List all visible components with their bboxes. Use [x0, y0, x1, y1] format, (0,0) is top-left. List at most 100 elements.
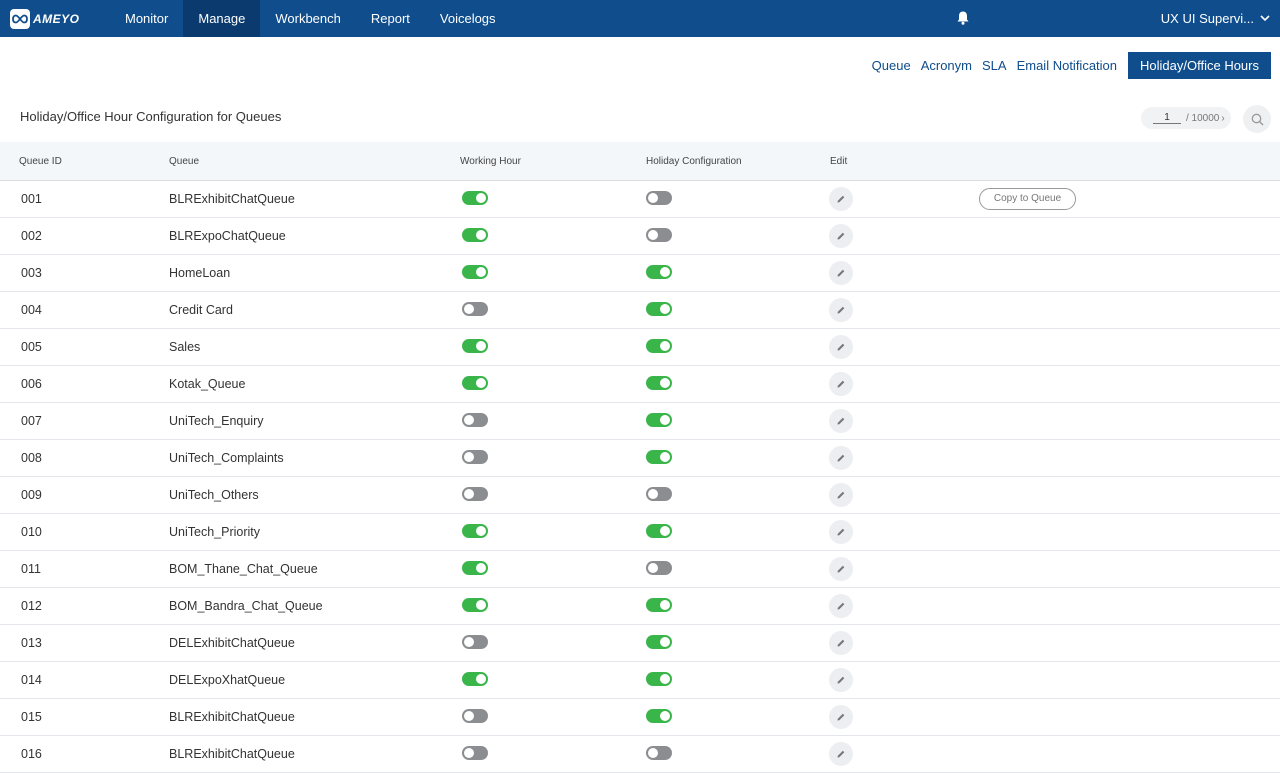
edit-button[interactable] [829, 261, 853, 285]
pencil-icon [836, 194, 846, 204]
holiday-configuration-toggle[interactable] [646, 450, 672, 464]
header-queue-id[interactable]: Queue ID [19, 156, 62, 167]
search-button[interactable] [1243, 105, 1271, 133]
edit-button[interactable] [829, 557, 853, 581]
table-row: 007 UniTech_Enquiry [0, 403, 1280, 440]
nav-monitor[interactable]: Monitor [110, 0, 183, 37]
working-hour-toggle[interactable] [462, 487, 488, 501]
pencil-icon [836, 564, 846, 574]
toggle-knob [476, 230, 486, 240]
chevron-down-icon [1260, 15, 1270, 22]
edit-button[interactable] [829, 594, 853, 618]
edit-button[interactable] [829, 631, 853, 655]
queue-id: 011 [21, 562, 41, 576]
subnav-email-notification[interactable]: Email Notification [1017, 58, 1117, 73]
queue-name: UniTech_Enquiry [169, 414, 264, 428]
toggle-knob [464, 748, 474, 758]
holiday-configuration-toggle[interactable] [646, 228, 672, 242]
table-row: 001 BLRExhibitChatQueue Copy to Queue [0, 181, 1280, 218]
holiday-configuration-toggle[interactable] [646, 487, 672, 501]
subnav-sla[interactable]: SLA [982, 58, 1007, 73]
working-hour-toggle[interactable] [462, 339, 488, 353]
header-working-hour[interactable]: Working Hour [460, 156, 521, 167]
toggle-knob [648, 230, 658, 240]
table-row: 013 DELExhibitChatQueue [0, 625, 1280, 662]
edit-button[interactable] [829, 742, 853, 766]
queue-name: UniTech_Others [169, 488, 259, 502]
page-number-input[interactable]: 1 [1153, 112, 1181, 124]
pencil-icon [836, 305, 846, 315]
table-row: 010 UniTech_Priority [0, 514, 1280, 551]
nav-voicelogs[interactable]: Voicelogs [425, 0, 511, 37]
working-hour-toggle[interactable] [462, 265, 488, 279]
holiday-configuration-toggle[interactable] [646, 709, 672, 723]
holiday-configuration-toggle[interactable] [646, 413, 672, 427]
nav-report[interactable]: Report [356, 0, 425, 37]
edit-button[interactable] [829, 520, 853, 544]
holiday-configuration-toggle[interactable] [646, 524, 672, 538]
working-hour-toggle[interactable] [462, 524, 488, 538]
working-hour-toggle[interactable] [462, 709, 488, 723]
working-hour-toggle[interactable] [462, 191, 488, 205]
nav-workbench[interactable]: Workbench [260, 0, 356, 37]
holiday-configuration-toggle[interactable] [646, 191, 672, 205]
toggle-knob [464, 711, 474, 721]
subnav-holiday-office-hours[interactable]: Holiday/Office Hours [1128, 52, 1271, 79]
working-hour-toggle[interactable] [462, 228, 488, 242]
subnav-acronym[interactable]: Acronym [921, 58, 972, 73]
toggle-knob [660, 341, 670, 351]
edit-button[interactable] [829, 409, 853, 433]
holiday-configuration-toggle[interactable] [646, 302, 672, 316]
pencil-icon [836, 379, 846, 389]
user-menu[interactable]: UX UI Supervi... [1161, 0, 1270, 37]
next-page-icon[interactable]: › [1221, 113, 1224, 124]
edit-button[interactable] [829, 446, 853, 470]
copy-to-queue-button[interactable]: Copy to Queue [979, 188, 1076, 210]
user-name: UX UI Supervi... [1160, 11, 1254, 26]
edit-button[interactable] [829, 483, 853, 507]
page-title: Holiday/Office Hour Configuration for Qu… [20, 109, 282, 124]
holiday-configuration-toggle[interactable] [646, 598, 672, 612]
holiday-configuration-toggle[interactable] [646, 376, 672, 390]
working-hour-toggle[interactable] [462, 635, 488, 649]
working-hour-toggle[interactable] [462, 561, 488, 575]
edit-button[interactable] [829, 298, 853, 322]
holiday-configuration-toggle[interactable] [646, 265, 672, 279]
table-row: 009 UniTech_Others [0, 477, 1280, 514]
toggle-knob [648, 563, 658, 573]
toggle-knob [660, 452, 670, 462]
toggle-knob [476, 193, 486, 203]
working-hour-toggle[interactable] [462, 302, 488, 316]
pencil-icon [836, 527, 846, 537]
edit-button[interactable] [829, 705, 853, 729]
notification-bell-icon[interactable] [955, 10, 971, 26]
edit-button[interactable] [829, 668, 853, 692]
edit-button[interactable] [829, 187, 853, 211]
ameyo-logo[interactable]: AMEYO [0, 0, 110, 37]
header-queue[interactable]: Queue [169, 156, 199, 167]
toggle-knob [476, 563, 486, 573]
edit-button[interactable] [829, 224, 853, 248]
working-hour-toggle[interactable] [462, 672, 488, 686]
queue-name: BLRExpoChatQueue [169, 229, 286, 243]
holiday-configuration-toggle[interactable] [646, 746, 672, 760]
pencil-icon [836, 749, 846, 759]
edit-button[interactable] [829, 372, 853, 396]
working-hour-toggle[interactable] [462, 413, 488, 427]
edit-button[interactable] [829, 335, 853, 359]
working-hour-toggle[interactable] [462, 376, 488, 390]
table-row: 004 Credit Card [0, 292, 1280, 329]
header-holiday-configuration[interactable]: Holiday Configuration [646, 156, 742, 167]
holiday-configuration-toggle[interactable] [646, 672, 672, 686]
working-hour-toggle[interactable] [462, 450, 488, 464]
holiday-configuration-toggle[interactable] [646, 635, 672, 649]
queue-name: UniTech_Complaints [169, 451, 284, 465]
queue-id: 005 [21, 340, 42, 354]
toggle-knob [476, 267, 486, 277]
working-hour-toggle[interactable] [462, 746, 488, 760]
holiday-configuration-toggle[interactable] [646, 339, 672, 353]
holiday-configuration-toggle[interactable] [646, 561, 672, 575]
nav-manage[interactable]: Manage [183, 0, 261, 37]
working-hour-toggle[interactable] [462, 598, 488, 612]
subnav-queue[interactable]: Queue [872, 58, 911, 73]
